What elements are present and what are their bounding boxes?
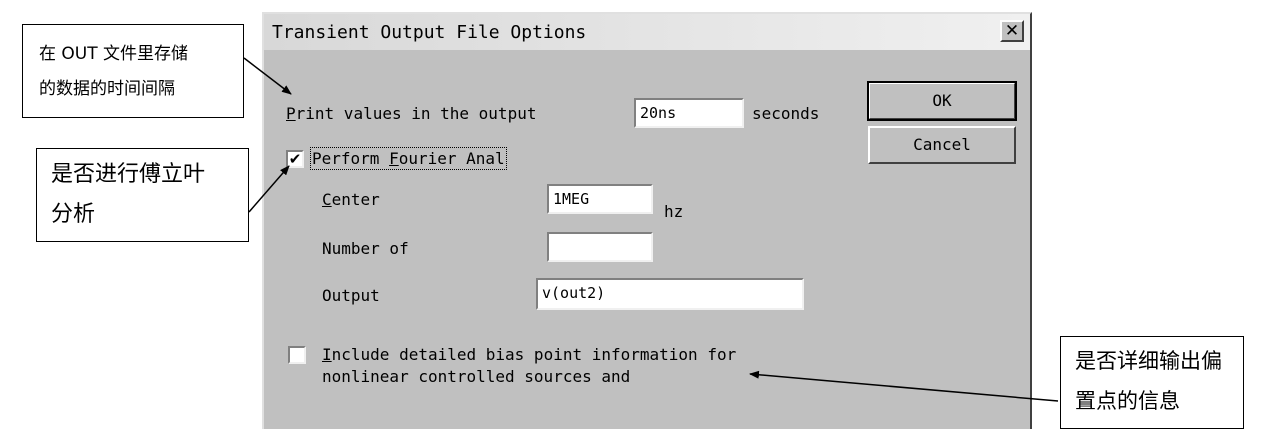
bias-mnemonic: I (322, 345, 332, 364)
print-values-label-text: rint values in the output (295, 104, 537, 123)
annotation-bias: 是否详细输出偏 置点的信息 (1060, 336, 1244, 429)
close-icon[interactable]: ✕ (1000, 20, 1024, 42)
dialog-title: Transient Output File Options (272, 22, 587, 43)
center-mnemonic: C (322, 190, 332, 209)
print-values-mnemonic: P (286, 104, 296, 123)
annotation-fourier-line1: 是否进行傅立叶 (51, 162, 206, 187)
bias-label-line2: nonlinear controlled sources and (322, 367, 631, 386)
annotation-out-interval: 在 OUT 文件里存储 的数据的时间间隔 (22, 24, 244, 118)
annotation-fourier-line2: 分析 (51, 202, 96, 227)
bias-checkbox[interactable] (288, 346, 306, 364)
annotation-out-interval-line2: 的数据的时间间隔 (39, 79, 175, 99)
annotation-bias-line2: 置点的信息 (1075, 389, 1180, 413)
title-bar[interactable]: Transient Output File Options ✕ (264, 14, 1030, 50)
fourier-label-rest: ourier Anal (398, 149, 505, 168)
bias-label-line1[interactable]: Include detailed bias point information … (322, 345, 736, 364)
center-label-text: enter (331, 190, 380, 209)
fourier-mnemonic: F (389, 149, 399, 168)
print-values-label: Print values in the output (286, 104, 536, 123)
transient-output-dialog: Transient Output File Options ✕ Print va… (262, 12, 1032, 429)
center-unit: hz (664, 202, 684, 221)
print-values-unit: seconds (752, 104, 820, 123)
fourier-checkbox[interactable]: ✔ (286, 150, 304, 168)
annotation-fourier: 是否进行傅立叶 分析 (36, 148, 249, 242)
fourier-label[interactable]: Perform Fourier Anal (310, 147, 507, 170)
output-input[interactable]: v(out2) (536, 278, 804, 310)
number-of-label: Number of (322, 239, 409, 258)
center-input[interactable]: 1MEG (547, 184, 653, 214)
print-values-input[interactable]: 20ns (634, 98, 744, 128)
fourier-label-pre: Perform (312, 149, 390, 168)
annotation-bias-line1: 是否详细输出偏 (1075, 349, 1222, 373)
center-label: Center (322, 190, 380, 209)
bias-label-text: nclude detailed bias point information f… (331, 345, 737, 364)
output-label: Output (322, 286, 380, 305)
annotation-out-interval-line1: 在 OUT 文件里存储 (39, 44, 189, 64)
number-of-input[interactable] (547, 232, 653, 262)
cancel-button[interactable]: Cancel (868, 126, 1016, 164)
ok-button[interactable]: OK (867, 81, 1017, 121)
